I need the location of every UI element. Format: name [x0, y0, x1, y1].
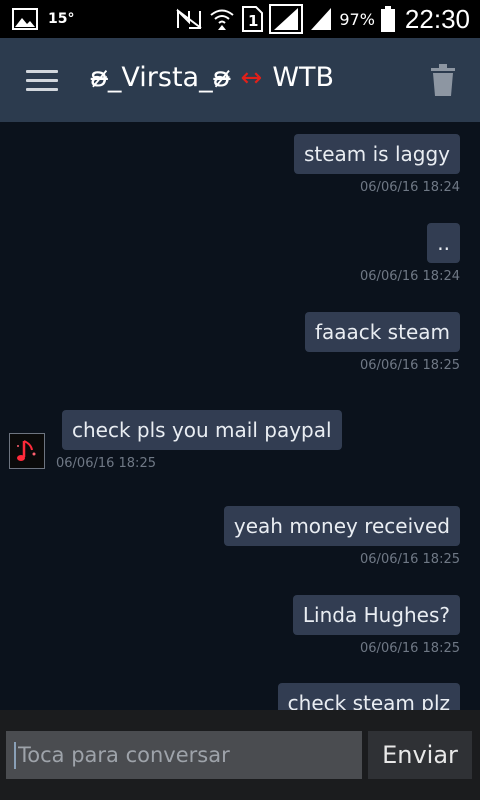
other-name: WTB	[272, 62, 335, 93]
message-timestamp: 06/06/16 18:25	[56, 456, 156, 471]
message-timestamp: 06/06/16 18:25	[360, 358, 460, 373]
message-input[interactable]	[6, 731, 362, 779]
message-list[interactable]: steam is laggy 06/06/16 18:24 .. 06/06/1…	[0, 122, 480, 710]
chat-header: ʚ̴̶̷̷_Virsta_ʚ̴̶̷̷ ↔ WTB	[0, 38, 480, 122]
composer-bar: Enviar	[0, 710, 480, 800]
gallery-icon	[12, 8, 38, 30]
message-outgoing: Linda Hughes? 06/06/16 18:25	[292, 595, 460, 656]
battery-percent: 97%	[339, 9, 375, 29]
status-bar: 15° 1 97% 22:30	[0, 0, 480, 38]
signal-icon-1	[269, 4, 304, 34]
contact-name: ʚ̴̶̷̷_Virsta_ʚ̴̶̷̷	[90, 62, 231, 93]
message-bubble[interactable]: yeah money received	[223, 506, 460, 546]
text-cursor	[14, 742, 16, 769]
send-button[interactable]: Enviar	[368, 731, 472, 779]
message-bubble[interactable]: faaack steam	[304, 312, 460, 352]
clock: 22:30	[404, 3, 470, 34]
message-outgoing: steam is laggy 06/06/16 18:24	[293, 134, 460, 195]
message-bubble[interactable]: check steam plz	[277, 683, 460, 710]
message-timestamp: 06/06/16 18:25	[360, 641, 460, 656]
message-bubble[interactable]: steam is laggy	[293, 134, 460, 174]
sim-label: 1	[248, 12, 258, 30]
sim-card-icon: 1	[242, 6, 264, 32]
menu-icon[interactable]	[26, 70, 58, 92]
message-timestamp: 06/06/16 18:25	[360, 552, 460, 567]
message-outgoing: faaack steam 06/06/16 18:25	[304, 312, 460, 373]
signal-icon-2	[311, 8, 332, 30]
wifi-icon	[210, 9, 234, 30]
temperature: 15°	[48, 11, 75, 27]
message-outgoing: .. 06/06/16 18:24	[360, 223, 460, 284]
nfc-icon	[176, 8, 202, 29]
message-bubble[interactable]: Linda Hughes?	[292, 595, 460, 635]
battery-icon	[380, 6, 395, 32]
message-timestamp: 06/06/16 18:24	[360, 180, 460, 195]
message-incoming: check pls you mail paypal 06/06/16 18:25	[56, 410, 342, 471]
message-bubble[interactable]: ..	[427, 223, 460, 263]
message-timestamp: 06/06/16 18:24	[360, 269, 460, 284]
trash-icon[interactable]	[430, 64, 456, 96]
chat-title: ʚ̴̶̷̷_Virsta_ʚ̴̶̷̷ ↔ WTB	[90, 62, 334, 93]
avatar[interactable]	[9, 433, 45, 469]
trade-arrow-icon: ↔	[240, 62, 263, 93]
music-note-icon	[17, 440, 36, 461]
message-outgoing: check steam plz	[277, 683, 460, 710]
message-bubble[interactable]: check pls you mail paypal	[62, 410, 342, 450]
message-outgoing: yeah money received 06/06/16 18:25	[223, 506, 460, 567]
